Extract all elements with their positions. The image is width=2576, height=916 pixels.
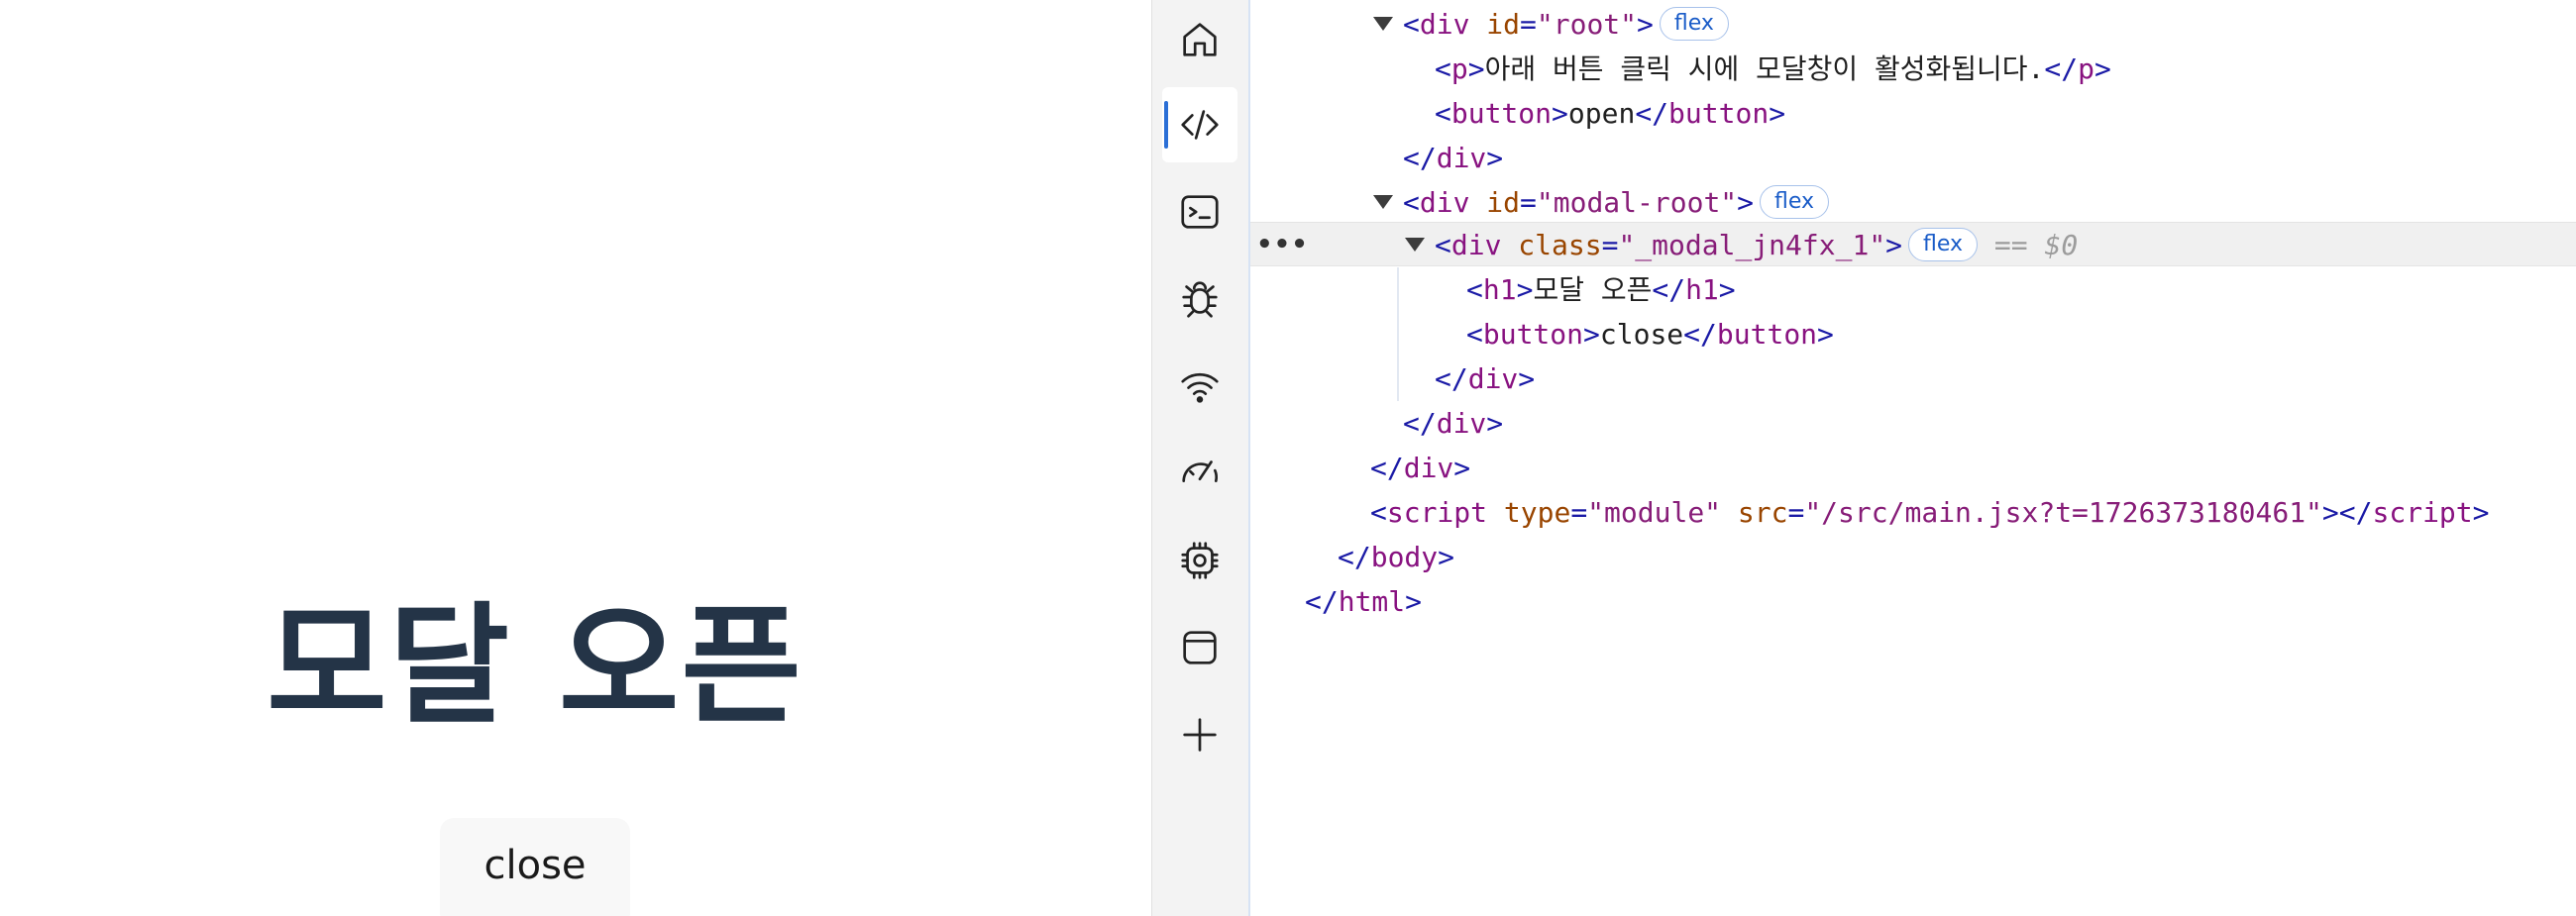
page-viewport: 모달 오픈 close (0, 0, 1151, 916)
dom-node-app-close[interactable]: </div> (1250, 446, 2576, 490)
dom-node-button-close[interactable]: <button>close</button> (1250, 312, 2576, 356)
elements-panel: <div id="root"> flex <p>아래 버튼 클릭 시에 모달창이 … (1250, 0, 2576, 916)
flex-badge[interactable]: flex (1659, 7, 1729, 41)
dom-node-body-close[interactable]: </body> (1250, 535, 2576, 579)
expand-triangle-icon[interactable] (1405, 238, 1425, 252)
dom-node-html-close[interactable]: </html> (1250, 579, 2576, 624)
bug-icon[interactable] (1162, 261, 1237, 337)
memory-chip-icon[interactable] (1162, 523, 1237, 598)
modal-title: 모달 오픈 (267, 590, 804, 743)
code-icon[interactable] (1162, 87, 1237, 162)
expand-triangle-icon[interactable] (1373, 195, 1393, 209)
dom-node-root[interactable]: <div id="root"> flex (1250, 2, 2576, 47)
wifi-icon[interactable] (1162, 349, 1237, 424)
dom-node-button-open[interactable]: <button>open</button> (1250, 91, 2576, 136)
dom-node-modal-close[interactable]: </div> (1250, 356, 2576, 401)
plus-icon[interactable] (1162, 697, 1237, 772)
dom-node-h1[interactable]: <h1>모달 오픈</h1> (1250, 267, 2576, 312)
dom-node-modal-root[interactable]: <div id="modal-root"> flex (1250, 180, 2576, 225)
dom-node-script[interactable]: <script type="module" src="/src/main.jsx… (1250, 490, 2576, 535)
expand-triangle-icon[interactable] (1373, 17, 1393, 31)
close-button[interactable]: close (440, 818, 630, 916)
home-icon[interactable] (1162, 2, 1237, 77)
performance-icon[interactable] (1162, 436, 1237, 511)
dom-node-p[interactable]: <p>아래 버튼 클릭 시에 모달창이 활성화됩니다.</p> (1250, 47, 2576, 91)
console-icon[interactable] (1162, 174, 1237, 250)
dom-node-root-close[interactable]: </div> (1250, 136, 2576, 180)
dom-node-modal-root-close[interactable]: </div> (1250, 401, 2576, 446)
flex-badge[interactable]: flex (1908, 228, 1979, 261)
application-icon[interactable] (1162, 610, 1237, 685)
devtools-activity-bar (1151, 0, 1250, 916)
more-options-icon[interactable]: ••• (1256, 223, 1309, 267)
selected-node-marker: == $0 (1993, 229, 2079, 261)
dom-node-modal-selected[interactable]: ••• <div class="_modal_jn4fx_1"> flex == $… (1250, 222, 2576, 266)
flex-badge[interactable]: flex (1760, 185, 1830, 219)
indent-guide (1397, 267, 1399, 401)
